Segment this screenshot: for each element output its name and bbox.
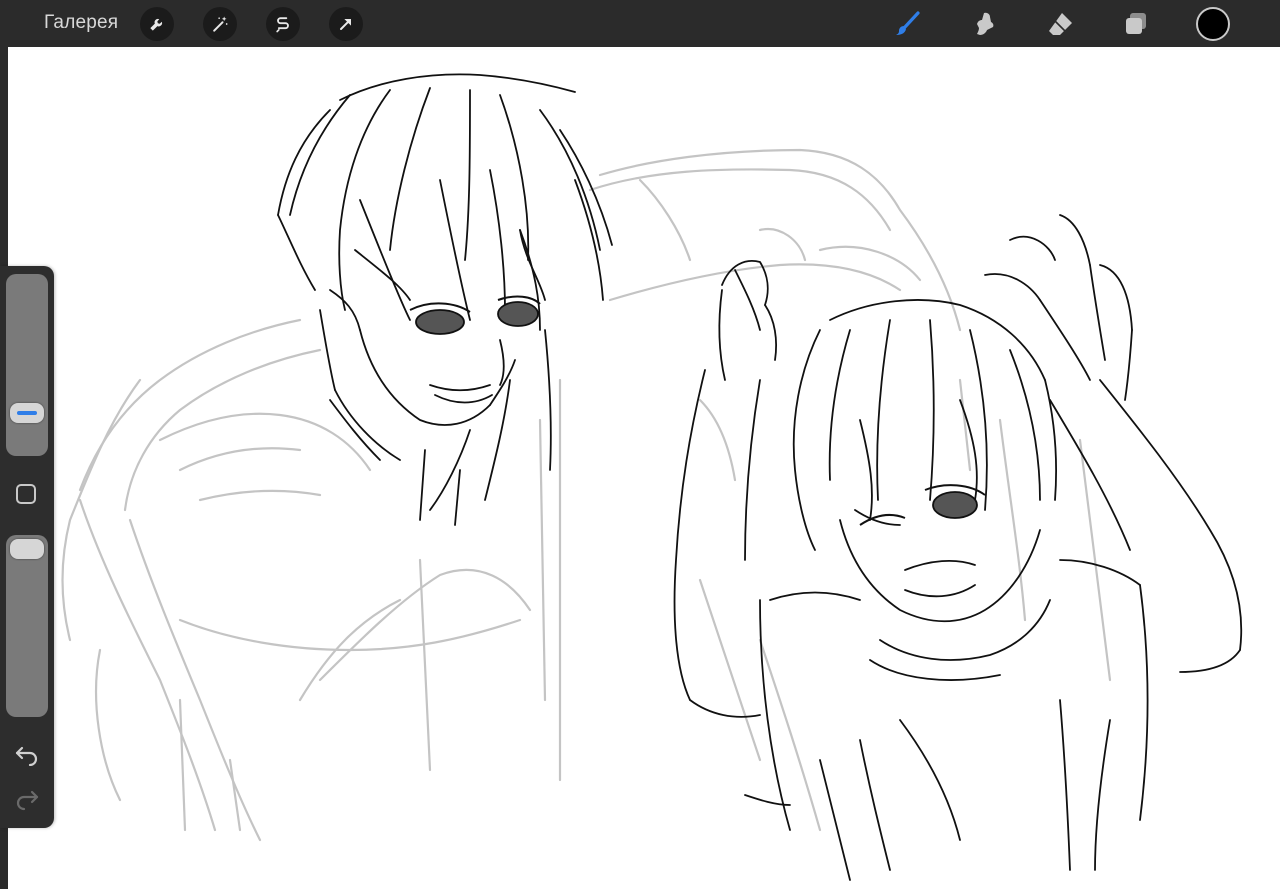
left-figure-eyes xyxy=(409,295,541,335)
transform-button[interactable] xyxy=(329,7,363,41)
right-figure-eye xyxy=(859,484,986,526)
wrench-icon xyxy=(150,18,163,31)
slider-active-indicator xyxy=(17,410,37,415)
sidebar-panel xyxy=(0,266,54,828)
brush-icon xyxy=(896,11,920,35)
undo-icon xyxy=(15,746,38,767)
drawing-canvas[interactable] xyxy=(8,47,1280,889)
eraser-icon xyxy=(1049,13,1072,35)
smudge-tool-button[interactable] xyxy=(968,7,1002,41)
layers-button[interactable] xyxy=(1119,7,1153,41)
procreate-app: Галерея xyxy=(0,0,1280,889)
smudge-icon xyxy=(977,12,994,35)
selection-button[interactable] xyxy=(266,7,300,41)
redo-icon xyxy=(16,790,39,811)
lineart-right-figure xyxy=(673,214,1243,881)
actions-button[interactable] xyxy=(140,7,174,41)
lineart-left-head xyxy=(277,73,613,526)
eraser-tool-button[interactable] xyxy=(1043,7,1077,41)
top-toolbar: Галерея xyxy=(0,0,1280,47)
sketch-artwork xyxy=(61,73,1243,881)
layers-icon xyxy=(1126,13,1146,34)
transform-arrow-icon xyxy=(340,19,351,30)
undo-button[interactable] xyxy=(14,742,40,767)
color-picker-button[interactable] xyxy=(1196,7,1230,41)
brush-opacity-slider[interactable] xyxy=(6,535,48,717)
magic-wand-icon xyxy=(213,16,228,32)
gallery-button[interactable]: Галерея xyxy=(44,12,118,34)
brush-opacity-slider-thumb[interactable] xyxy=(10,539,44,559)
adjustments-button[interactable] xyxy=(203,7,237,41)
brush-size-slider[interactable] xyxy=(6,274,48,456)
selection-s-icon xyxy=(276,17,289,33)
modify-button[interactable] xyxy=(16,484,36,504)
brush-tool-button[interactable] xyxy=(891,7,925,41)
modify-square-icon xyxy=(18,486,19,487)
brush-size-slider-thumb[interactable] xyxy=(10,402,44,423)
redo-button[interactable] xyxy=(14,788,40,812)
